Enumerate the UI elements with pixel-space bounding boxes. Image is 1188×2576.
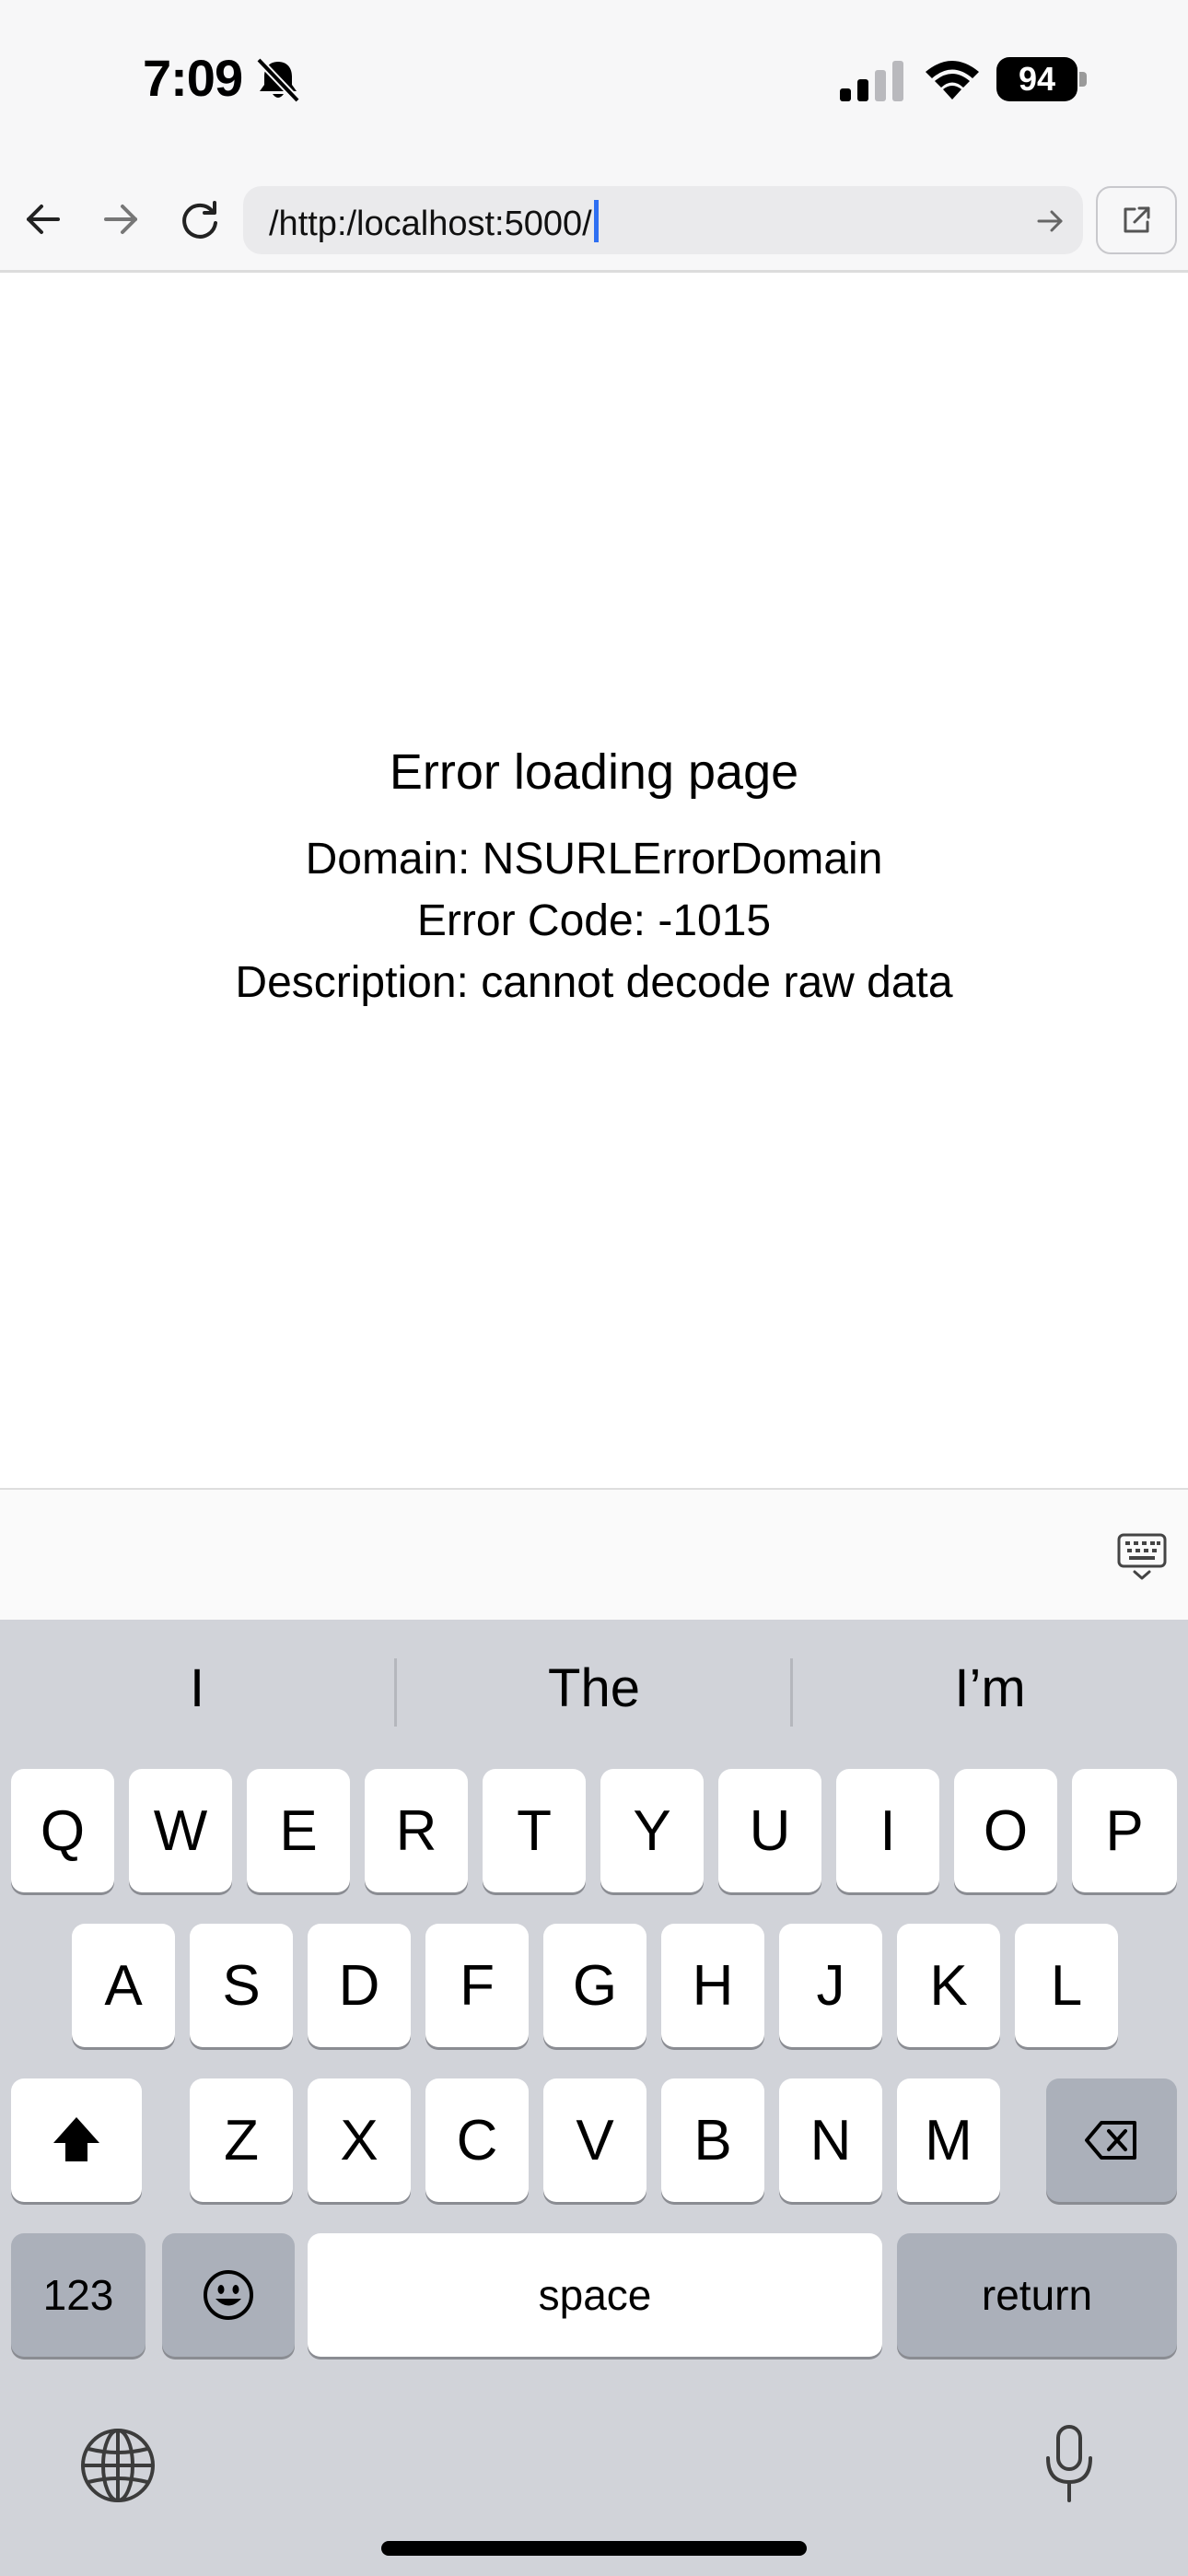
key-o[interactable]: O bbox=[954, 1769, 1057, 1892]
key-e[interactable]: E bbox=[247, 1769, 350, 1892]
key-s[interactable]: S bbox=[190, 1924, 293, 2047]
prediction-3[interactable]: I’m bbox=[793, 1652, 1187, 1726]
globe-icon[interactable] bbox=[79, 2427, 157, 2504]
key-b[interactable]: B bbox=[661, 2078, 764, 2202]
battery-tip bbox=[1079, 72, 1087, 87]
battery-level: 94 bbox=[996, 57, 1077, 101]
url-input[interactable]: /http:/localhost:5000/ bbox=[243, 186, 1083, 254]
external-link-icon bbox=[1124, 206, 1150, 233]
key-h[interactable]: H bbox=[661, 1924, 764, 2047]
keyboard: I The I’m Q W E R T Y U I O P A S D F G … bbox=[0, 1620, 1188, 2576]
space-key[interactable]: space bbox=[308, 2233, 882, 2357]
delete-backspace-icon bbox=[1085, 2121, 1136, 2160]
wifi-icon bbox=[926, 61, 979, 100]
reload-icon bbox=[182, 201, 217, 239]
key-r[interactable]: R bbox=[365, 1769, 468, 1892]
key-x[interactable]: X bbox=[308, 2078, 411, 2202]
cellular-signal-icon bbox=[840, 61, 903, 101]
open-external-button[interactable] bbox=[1096, 186, 1177, 254]
status-bar: 7:09 94 bbox=[0, 0, 1188, 166]
web-content: Error loading page Domain: NSURLErrorDom… bbox=[0, 275, 1188, 1488]
key-i[interactable]: I bbox=[836, 1769, 939, 1892]
arrow-right-icon bbox=[104, 205, 137, 234]
key-w[interactable]: W bbox=[129, 1769, 232, 1892]
keyboard-accessory-bar bbox=[0, 1488, 1188, 1620]
return-key[interactable]: return bbox=[897, 2233, 1177, 2357]
key-t[interactable]: T bbox=[483, 1769, 586, 1892]
key-c[interactable]: C bbox=[425, 2078, 529, 2202]
return-key-label: return bbox=[981, 2271, 1093, 2319]
home-indicator bbox=[381, 2541, 807, 2556]
microphone-icon[interactable] bbox=[1042, 2423, 1096, 2504]
key-d[interactable]: D bbox=[308, 1924, 411, 2047]
keyboard-dismiss-icon[interactable] bbox=[1116, 1532, 1168, 1582]
back-button[interactable] bbox=[11, 193, 76, 245]
battery-indicator: 94 bbox=[996, 57, 1087, 101]
shift-arrow-icon bbox=[53, 2117, 99, 2161]
error-title: Error loading page bbox=[389, 744, 799, 800]
key-g[interactable]: G bbox=[543, 1924, 646, 2047]
numbers-key[interactable]: 123 bbox=[11, 2233, 146, 2357]
key-a[interactable]: A bbox=[72, 1924, 175, 2047]
forward-button[interactable] bbox=[88, 193, 153, 245]
url-text-wrapper: /http:/localhost:5000/ bbox=[269, 200, 599, 244]
emoji-icon bbox=[204, 2270, 253, 2320]
shift-key[interactable] bbox=[11, 2078, 142, 2202]
error-code: Error Code: -1015 bbox=[416, 896, 772, 945]
numbers-key-label: 123 bbox=[42, 2271, 114, 2319]
key-k[interactable]: K bbox=[897, 1924, 1000, 2047]
key-l[interactable]: L bbox=[1015, 1924, 1118, 2047]
key-j[interactable]: J bbox=[779, 1924, 882, 2047]
key-q[interactable]: Q bbox=[11, 1769, 114, 1892]
text-caret bbox=[593, 200, 599, 242]
key-m[interactable]: M bbox=[897, 2078, 1000, 2202]
key-v[interactable]: V bbox=[543, 2078, 646, 2202]
emoji-key[interactable] bbox=[162, 2233, 295, 2357]
error-description: Description: cannot decode raw data bbox=[235, 958, 953, 1007]
url-text: /http:/localhost:5000/ bbox=[269, 205, 592, 243]
space-key-label: space bbox=[538, 2271, 652, 2319]
reload-button[interactable] bbox=[168, 193, 232, 245]
status-time: 7:09 bbox=[143, 49, 243, 107]
bell-slash-icon bbox=[256, 57, 300, 103]
arrow-left-icon bbox=[27, 205, 60, 234]
browser-toolbar: /http:/localhost:5000/ bbox=[0, 166, 1188, 273]
key-f[interactable]: F bbox=[425, 1924, 529, 2047]
prediction-1[interactable]: I bbox=[0, 1652, 394, 1726]
prediction-2[interactable]: The bbox=[397, 1652, 791, 1726]
key-y[interactable]: Y bbox=[600, 1769, 704, 1892]
key-p[interactable]: P bbox=[1072, 1769, 1177, 1892]
key-z[interactable]: Z bbox=[190, 2078, 293, 2202]
go-arrow-icon[interactable] bbox=[1031, 203, 1068, 240]
delete-key[interactable] bbox=[1046, 2078, 1177, 2202]
key-u[interactable]: U bbox=[718, 1769, 821, 1892]
key-n[interactable]: N bbox=[779, 2078, 882, 2202]
error-domain: Domain: NSURLErrorDomain bbox=[305, 835, 883, 884]
